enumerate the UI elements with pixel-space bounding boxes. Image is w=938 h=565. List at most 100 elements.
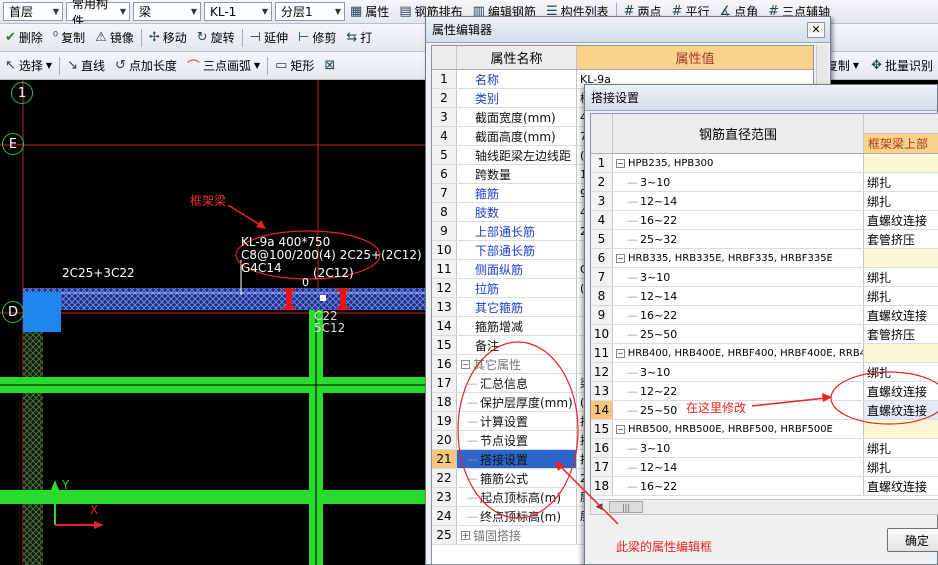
component-select[interactable]: 梁 ▼: [133, 2, 201, 21]
extend-button[interactable]: ⊣ 延伸: [245, 27, 293, 49]
property-value-header: 属性值: [577, 46, 813, 69]
diameter-range-cell: —3~10: [613, 363, 864, 381]
property-name: — 起点顶标高(m): [457, 488, 577, 506]
splice-row[interactable]: 3—12~14 绑扎: [591, 192, 938, 211]
splice-type-cell[interactable]: 绑扎: [864, 192, 938, 210]
close-button[interactable]: ✕: [807, 21, 825, 38]
collapse-icon[interactable]: −: [616, 158, 625, 168]
break-button[interactable]: ⇆ 打: [341, 27, 377, 49]
splice-row[interactable]: 10—25~50 套管挤压: [591, 325, 938, 344]
diameter-range-cell: —16~22: [613, 306, 864, 324]
property-editor-title: 属性编辑器: [432, 23, 493, 37]
toolbar-divider: [267, 56, 269, 75]
splice-group-row[interactable]: 6− HRB335, HRB335E, HRBF335, HRBF335E: [591, 249, 938, 268]
delete-button[interactable]: ✔ 删除: [0, 27, 48, 49]
splice-type-cell[interactable]: 绑扎: [864, 268, 938, 286]
collapse-icon[interactable]: −: [616, 253, 625, 263]
collapse-icon[interactable]: −: [461, 359, 470, 369]
splice-type-cell[interactable]: 绑扎: [864, 439, 938, 457]
splice-type-cell[interactable]: [864, 344, 938, 362]
floor-select[interactable]: 首层 ▼: [3, 2, 63, 21]
diameter-range-text: 12~22: [640, 384, 678, 398]
chevron-down-icon: ▼: [852, 61, 860, 70]
layer-select[interactable]: 分层1 ▼: [275, 2, 345, 21]
splice-row[interactable]: 5—25~32 套管挤压: [591, 230, 938, 249]
splice-row[interactable]: 18—16~22 直螺纹连接: [591, 477, 938, 496]
component-name-select[interactable]: KL-1 ▼: [204, 2, 272, 21]
splice-row[interactable]: 4—16~22 直螺纹连接: [591, 211, 938, 230]
ok-button[interactable]: 确定: [887, 528, 938, 552]
snap-button[interactable]: ⊠: [319, 55, 340, 77]
scroll-left-icon[interactable]: ◀: [591, 500, 607, 514]
tree-line-icon: —: [467, 414, 478, 428]
trim-button[interactable]: ⊢ 修剪: [293, 27, 341, 49]
splice-horizontal-scrollbar[interactable]: ◀ |||: [590, 499, 938, 515]
diameter-range-text: 25~32: [640, 232, 678, 246]
splice-type-cell[interactable]: 直螺纹连接: [864, 382, 938, 400]
splice-row[interactable]: 2—3~10 绑扎: [591, 173, 938, 192]
splice-row[interactable]: 14 —25~50 直螺纹连接: [591, 401, 938, 420]
batch-recognize-button[interactable]: ✥ 批量识别: [866, 55, 938, 77]
row-number: 15: [591, 420, 613, 438]
splice-row[interactable]: 17—12~14 绑扎: [591, 458, 938, 477]
splice-type-cell[interactable]: 直螺纹连接: [864, 306, 938, 324]
splice-type-cell[interactable]: [864, 154, 938, 172]
splice-type-cell[interactable]: 直螺纹连接: [864, 401, 938, 419]
row-number: 13: [591, 382, 613, 400]
property-name-text: 侧面纵筋: [475, 262, 524, 277]
axis-bubble-d: D: [2, 301, 24, 323]
splice-group-row[interactable]: 1− HPB235, HPB300: [591, 154, 938, 173]
move-button[interactable]: ✢ 移动: [144, 27, 192, 49]
collapse-icon[interactable]: −: [616, 424, 625, 434]
property-name: — 箍筋公式: [457, 469, 577, 487]
bottom-rebar-label-2: 5C12: [314, 321, 346, 335]
component-type-select[interactable]: 常用构件 ▼: [66, 0, 130, 28]
expand-icon[interactable]: +: [461, 530, 470, 540]
rotate-button[interactable]: ↻ 旋转: [192, 27, 240, 49]
beam-text-line3: G4C14: [241, 261, 282, 275]
splice-type-cell[interactable]: 套管挤压: [864, 325, 938, 343]
splice-row[interactable]: 13—12~22 直螺纹连接: [591, 382, 938, 401]
splice-type-cell[interactable]: 绑扎: [864, 287, 938, 305]
splice-type-cell[interactable]: [864, 420, 938, 438]
property-editor-titlebar[interactable]: 属性编辑器 ✕: [426, 17, 830, 43]
row-number: 9: [591, 306, 613, 324]
splice-row[interactable]: 8—12~14 绑扎: [591, 287, 938, 306]
scroll-thumb[interactable]: |||: [609, 501, 643, 513]
splice-type-cell[interactable]: 绑扎: [864, 173, 938, 191]
splice-row[interactable]: 9—16~22 直螺纹连接: [591, 306, 938, 325]
collapse-icon[interactable]: −: [616, 348, 625, 358]
splice-type-cell[interactable]: 直螺纹连接: [864, 477, 938, 495]
mirror-button[interactable]: ⚠ 镜像: [90, 27, 139, 49]
tree-line-icon: —: [467, 490, 478, 504]
three-point-arc-button[interactable]: ⌒ 三点画弧 ▼: [182, 55, 265, 77]
select-button[interactable]: ↖ 选择 ▼: [0, 55, 57, 77]
property-name-text: 下部通长筋: [475, 243, 536, 258]
rectangle-button[interactable]: ▭ 矩形: [270, 55, 319, 77]
splice-row[interactable]: 12—3~10 绑扎: [591, 363, 938, 382]
splice-group-row[interactable]: 11− HRB400, HRB400E, HRBF400, HRBF400E, R…: [591, 344, 938, 363]
splice-type-cell[interactable]: [864, 249, 938, 267]
property-name-text: 拉筋: [475, 281, 500, 296]
tree-line-icon: —: [467, 471, 478, 485]
property-name-text: 节点设置: [480, 433, 529, 448]
splice-type-cell[interactable]: 绑扎: [864, 458, 938, 476]
row-number: 1: [432, 70, 457, 88]
copy-button[interactable]: ⁰ 复制: [48, 27, 90, 49]
property-name-text: 上部通长筋: [475, 224, 536, 239]
property-name-text: 名称: [475, 72, 500, 87]
property-name-text: 截面高度(mm): [475, 129, 556, 144]
splice-type-cell[interactable]: 直螺纹连接: [864, 211, 938, 229]
point-length-button[interactable]: ↺ 点加长度: [110, 55, 182, 77]
row-number-header: [432, 46, 457, 69]
splice-type-cell[interactable]: 套管挤压: [864, 230, 938, 248]
row-number: 3: [591, 192, 613, 210]
splice-group-row[interactable]: 15− HRB500, HRB500E, HRBF500, HRBF500E: [591, 420, 938, 439]
line-button[interactable]: ↘ 直线: [62, 55, 110, 77]
splice-row[interactable]: 16—3~10 绑扎: [591, 439, 938, 458]
splice-grid: 钢筋直径范围 框架梁上部 1− HPB235, HPB300 2—3~10 绑扎 3—1…: [590, 113, 938, 513]
splice-dialog-titlebar[interactable]: 搭接设置: [585, 85, 937, 111]
properties-button[interactable]: ▦ 属性: [345, 1, 394, 23]
splice-type-cell[interactable]: 绑扎: [864, 363, 938, 381]
splice-row[interactable]: 7—3~10 绑扎: [591, 268, 938, 287]
